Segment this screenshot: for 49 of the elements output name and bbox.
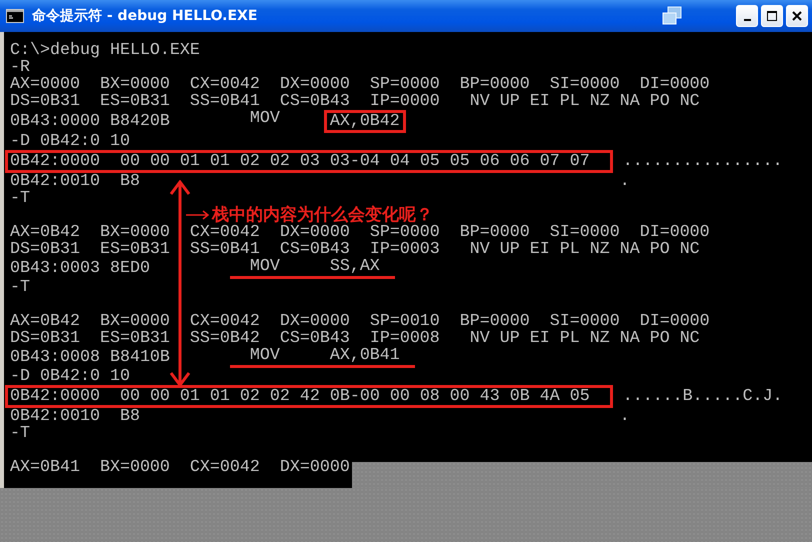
console-line: AX=0B42 BX=0000 CX=0042 DX=0000 SP=0000 BP=0000 SI=0000 DI=0000 xyxy=(10,224,710,241)
console-line: DS=0B31 ES=0B31 SS=0B41 CS=0B43 IP=0000 NV UP EI PL NZ NA PO NC xyxy=(10,93,700,110)
minimize-icon xyxy=(744,19,750,21)
console-line: -T xyxy=(10,279,30,296)
dump-bytes: B8 xyxy=(120,173,141,190)
dump-ascii: . xyxy=(620,173,630,190)
pointer-arrow xyxy=(186,210,210,220)
console-line: AX=0B42 BX=0000 CX=0042 DX=0000 SP=0010 BP=0000 SI=0000 DI=0000 xyxy=(10,313,710,330)
machine-code: 8ED0 xyxy=(110,260,151,277)
console-line: -T xyxy=(10,190,30,207)
dump-ascii: ......B.....C.J. xyxy=(622,388,783,405)
dump-bytes: 00 00 01 01 02 02 03 03-04 04 05 05 06 06 07 07 xyxy=(120,153,591,170)
windows-icon[interactable] xyxy=(661,6,683,26)
console-icon xyxy=(6,9,24,23)
dump-address: 0B42:0010 xyxy=(10,408,100,425)
mnemonic: MOV xyxy=(250,347,281,364)
dump-address: 0B42:0000 xyxy=(10,153,100,170)
instruction-address: 0B43:0008 xyxy=(10,349,101,366)
dump-bytes: 00 00 01 01 02 02 42 0B-00 00 08 00 43 0B 4A 05 xyxy=(120,388,591,405)
annotation-text: 栈中的内容为什么会变化呢？ xyxy=(212,204,433,225)
dump-bytes: B8 xyxy=(120,408,141,425)
instruction-address: 0B43:0003 xyxy=(10,260,101,277)
close-icon xyxy=(791,10,803,22)
console-line: -D 0B42:0 10 xyxy=(10,133,130,150)
machine-code: B8420B xyxy=(110,113,171,130)
dump-ascii: . xyxy=(620,408,630,425)
window-title: 命令提示符 - debug HELLO.EXE xyxy=(32,7,258,25)
instruction-address: 0B43:0000 xyxy=(10,113,101,130)
operand: AX,0B42 xyxy=(330,112,400,131)
dump-address: 0B42:0000 xyxy=(10,388,100,405)
console-line: DS=0B31 ES=0B31 SS=0B42 CS=0B43 IP=0008 NV UP EI PL NZ NA PO NC xyxy=(10,330,700,347)
console-line: -T xyxy=(10,425,30,442)
maximize-button[interactable] xyxy=(761,5,783,27)
mnemonic: MOV xyxy=(250,110,281,130)
console-line: AX=0B41 BX=0000 CX=0042 DX=0000 xyxy=(10,459,350,476)
dump-address: 0B42:0010 xyxy=(10,173,100,190)
mnemonic: MOV xyxy=(250,258,281,275)
close-button[interactable] xyxy=(786,5,808,27)
console-line: C:\>debug HELLO.EXE xyxy=(10,42,200,59)
operand: SS,AX xyxy=(330,258,380,275)
maximize-icon xyxy=(766,10,778,22)
console-line: DS=0B31 ES=0B31 SS=0B41 CS=0B43 IP=0003 NV UP EI PL NZ NA PO NC xyxy=(10,241,700,258)
console-line: -D 0B42:0 10 xyxy=(10,368,130,385)
dump-ascii: ................ xyxy=(622,153,783,170)
console-line: -R xyxy=(10,59,30,76)
machine-code: B8410B xyxy=(110,349,171,366)
console-line: AX=0000 BX=0000 CX=0042 DX=0000 SP=0000 BP=0000 SI=0000 DI=0000 xyxy=(10,76,710,93)
operand: AX,0B41 xyxy=(330,347,400,364)
minimize-button[interactable] xyxy=(736,5,758,27)
